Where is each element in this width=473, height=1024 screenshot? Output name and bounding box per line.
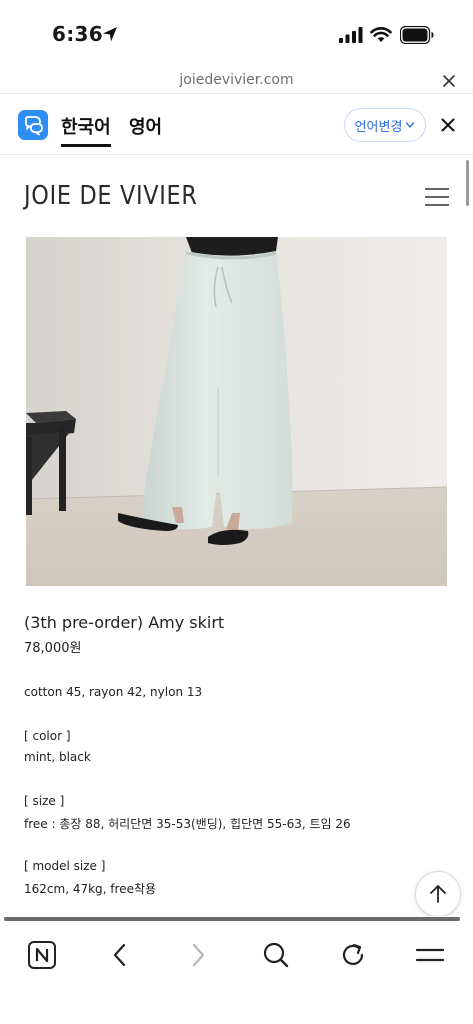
- material-text: cotton 45, rayon 42, nylon 13: [24, 685, 203, 699]
- scroll-to-top-button[interactable]: [415, 871, 461, 917]
- papago-logo-icon: [18, 110, 48, 140]
- chevron-down-icon: [406, 122, 415, 128]
- tab-english[interactable]: 영어: [129, 113, 162, 139]
- back-icon: [113, 943, 126, 967]
- arrow-up-icon: [430, 885, 446, 903]
- wifi-icon: [370, 27, 392, 42]
- refresh-button[interactable]: [336, 938, 370, 972]
- battery-icon: [400, 26, 434, 44]
- model-size-text: 162cm, 47kg, free착용: [24, 882, 157, 896]
- url-domain[interactable]: joiedevivier.com: [0, 72, 473, 88]
- menu-button[interactable]: [413, 938, 447, 972]
- naver-home-button[interactable]: [25, 938, 59, 972]
- close-icon[interactable]: [441, 73, 457, 89]
- hamburger-menu-icon[interactable]: [424, 187, 450, 207]
- status-bar: 6:36: [0, 0, 473, 68]
- search-button[interactable]: [259, 938, 293, 972]
- model-size-heading: [ model size ]: [24, 859, 106, 873]
- change-language-label: 언어변경: [354, 119, 403, 135]
- color-heading: [ color ]: [24, 729, 71, 743]
- forward-button[interactable]: [181, 938, 215, 972]
- change-language-button[interactable]: 언어변경: [344, 108, 426, 142]
- bottom-toolbar: [0, 916, 473, 1024]
- cellular-signal-icon: [339, 27, 363, 43]
- menu-icon: [416, 948, 444, 962]
- status-time: 6:36: [52, 22, 103, 46]
- horizontal-scrollbar[interactable]: [4, 917, 460, 921]
- product-title: (3th pre-order) Amy skirt: [24, 613, 225, 632]
- active-tab-indicator: [61, 144, 111, 147]
- tab-korean[interactable]: 한국어: [61, 113, 111, 139]
- product-photo[interactable]: [26, 237, 447, 586]
- translate-bar: 한국어 영어 언어변경: [0, 95, 473, 155]
- search-icon: [263, 942, 289, 968]
- color-text: mint, black: [24, 750, 91, 764]
- page-scrollbar[interactable]: [466, 160, 469, 206]
- close-translate-icon[interactable]: [441, 118, 455, 132]
- size-text: free : 총장 88, 허리단면 35-53(밴딩), 힙단면 55-63,…: [24, 817, 351, 831]
- location-arrow-icon: [103, 27, 117, 42]
- naver-home-icon: [28, 941, 56, 969]
- size-heading: [ size ]: [24, 794, 65, 808]
- forward-icon: [192, 943, 205, 967]
- site-logo[interactable]: JOIE DE VIVIER: [24, 181, 198, 211]
- url-bar[interactable]: joiedevivier.com: [0, 68, 473, 94]
- back-button[interactable]: [103, 938, 137, 972]
- refresh-icon: [342, 943, 364, 966]
- product-price: 78,000원: [24, 641, 82, 656]
